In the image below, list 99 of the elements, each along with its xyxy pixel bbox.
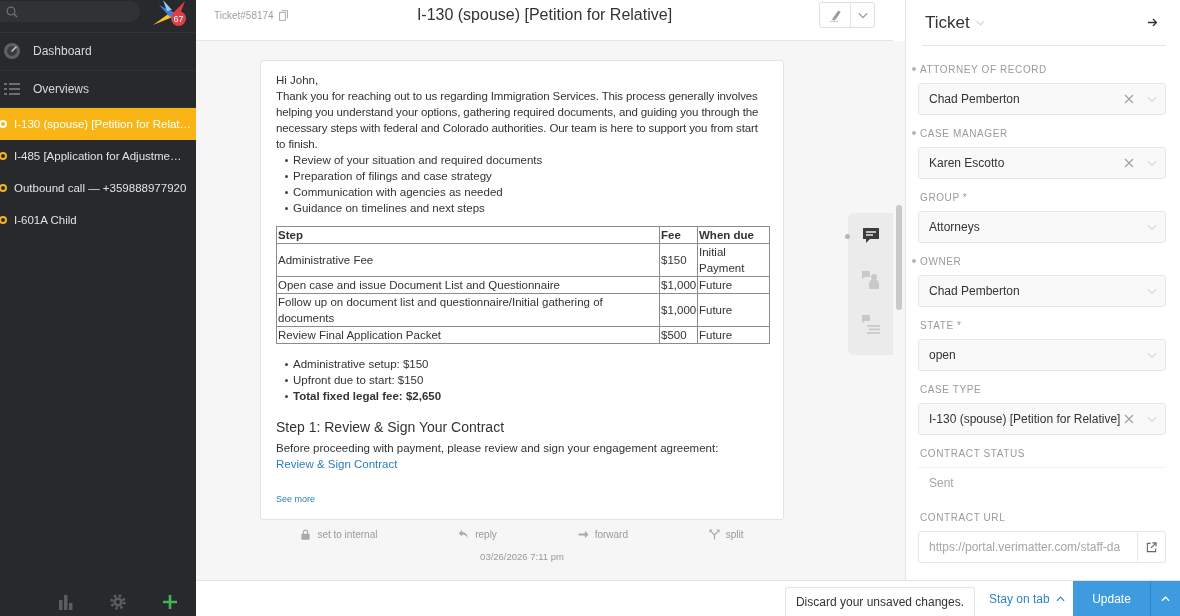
table-cell: Initial Payment [697,243,770,277]
scrollbar[interactable] [896,205,902,310]
chevron-down-icon [857,11,868,19]
select-field[interactable]: Chad Pemberton [918,83,1166,115]
bullet-icon [285,174,288,178]
table-cell: Future [697,326,770,344]
field-label: GROUP * [920,191,968,203]
panel-title[interactable]: Ticket [925,12,970,33]
fork-icon [708,528,720,540]
chat-bubble-icon [860,226,881,246]
search-icon [6,5,18,18]
ticket-tab[interactable]: I-601A Child [0,204,196,236]
search-field[interactable] [0,1,140,22]
bullet-icon [285,158,288,162]
field-label: CASE TYPE [920,383,982,395]
field-label: CASE MANAGER [920,127,1008,139]
bar-chart-icon[interactable] [58,594,74,610]
message-paragraph: Thank you for reaching out to us regarding Immigration Services. This process generally involves helping you understand your options, gathering required documents, and guiding you through the necessary steps with federal and Colorado authorities. Our team is here to support you from start to finish. [276,89,760,152]
list-item: Review of your situation and required documents [293,153,543,168]
table-cell: $150 [659,243,698,277]
column-header: Fee [659,226,698,244]
plus-icon[interactable] [162,594,178,610]
table-cell: Review Final Application Packet [276,326,660,344]
table-cell: Future [697,293,770,327]
unsaved-changes-notice[interactable]: Discard your unsaved changes. [785,587,975,616]
chevron-down-icon [1147,415,1157,423]
instruction-text: Before proceeding with payment, please review and sign your engagement agreement: [276,441,720,456]
contract-link[interactable]: Review & Sign Contract [276,456,398,472]
field-label: ATTORNEY OF RECORD [920,63,1047,75]
bullet-icon [285,362,288,366]
table-cell: $1,000 [659,276,698,294]
status-ring-icon [0,216,7,224]
list-item: Guidance on timelines and next steps [293,201,485,216]
clear-icon[interactable] [1124,94,1134,104]
field-label: STATE * [920,319,962,331]
clear-icon[interactable] [1124,158,1134,168]
status-ring-icon [0,120,7,128]
list-bubble-icon [860,314,881,334]
gauge-icon [3,42,21,61]
table-cell: $1,000 [659,293,698,327]
settings-icon[interactable] [110,594,126,610]
pencil-icon [828,8,842,22]
table-cell: $500 [659,326,698,344]
ticket-title: I-130 (spouse) [Petition for Relative] [416,6,673,24]
greeting-text: Hi John, [276,73,320,88]
list-item: Total fixed legal fee: $2,650 [293,389,442,404]
column-header: When due [697,226,770,244]
person-icon [860,270,881,290]
lock-icon [300,528,312,540]
list-item: Administrative setup: $150 [293,357,429,372]
chevron-down-icon [1147,351,1157,359]
select-field[interactable]: Karen Escotto [918,147,1166,179]
select-field[interactable]: Chad Pemberton [918,275,1166,307]
caret-up-icon [1055,595,1065,602]
select-field[interactable]: I-130 (spouse) [Petition for Relative] [918,403,1166,435]
bullet-icon [285,206,288,210]
table-cell: Future [697,276,770,294]
open-link-button[interactable] [1138,531,1166,563]
copy-icon[interactable] [278,9,288,21]
list-item: Upfront due to start: $150 [293,373,424,388]
bullet-icon [285,394,288,398]
clear-icon[interactable] [1124,414,1134,424]
reply-icon [458,528,470,540]
status-ring-icon [0,152,7,160]
status-ring-icon [0,184,7,192]
notification-badge[interactable]: 67 [171,11,186,26]
ticket-tab[interactable]: Outbound call — +359888977920 [0,172,196,204]
arrow-right-icon[interactable] [1147,17,1158,28]
field-label: OWNER [920,255,962,267]
nav-item[interactable]: Dashboard [0,33,196,71]
external-link-icon [1146,541,1157,553]
select-field[interactable]: open [918,339,1166,371]
column-header: Step [276,226,660,244]
section-heading: Step 1: Review & Sign Your Contract [276,418,506,436]
stay-on-tab-button[interactable]: Stay on tab [975,581,1073,616]
chevron-down-icon [1147,159,1157,167]
chevron-down-icon [1147,95,1157,103]
list-item: Communication with agencies as needed [293,185,503,200]
ticket-tab[interactable]: I-485 [Application for Adjustme… [0,140,196,172]
indicator-dot-icon [845,234,850,239]
more-button[interactable] [850,3,874,27]
list-item: Preparation of filings and case strategy [293,169,492,184]
bullet-icon [285,378,288,382]
ticket-number: Ticket#58174 [214,9,274,21]
table-cell: Follow up on document list and questionnaire/Initial gathering of documents [276,293,660,327]
select-field[interactable]: Attorneys [918,211,1166,243]
timestamp: 03/26/2026 7:11 pm [480,550,564,564]
see-more-link[interactable]: See more [276,491,316,507]
chevron-down-icon[interactable] [975,19,985,26]
field-label: CONTRACT STATUS [920,447,1026,459]
chevron-down-icon [1147,287,1157,295]
field-label: CONTRACT URL [920,511,1006,523]
bullet-icon [285,190,288,194]
chevron-down-icon [1147,223,1157,231]
table-cell: Administrative Fee [276,243,660,277]
update-options-button[interactable] [1150,581,1180,616]
caret-up-icon [1161,595,1170,602]
table-cell: Open case and issue Document List and Questionnaire [276,276,660,294]
arrow-right-icon [577,528,589,540]
